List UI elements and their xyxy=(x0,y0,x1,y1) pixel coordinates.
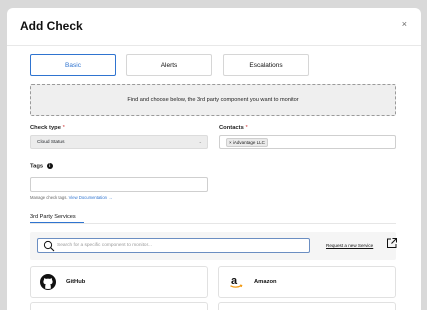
tags-help-text: Manage check tags. xyxy=(30,195,68,200)
check-type-value: Cloud Status xyxy=(37,139,65,145)
tags-input[interactable] xyxy=(30,177,208,192)
service-card-github[interactable]: GitHub xyxy=(30,266,208,298)
contacts-input[interactable]: × iAdvantage LLC xyxy=(219,135,396,149)
required-mark: * xyxy=(245,125,248,131)
service-card-partial[interactable] xyxy=(30,302,208,310)
info-banner: Find and choose below, the 3rd party com… xyxy=(30,84,396,116)
tab-basic[interactable]: Basic xyxy=(30,54,116,76)
service-name: Amazon xyxy=(254,279,277,285)
service-name: GitHub xyxy=(66,279,86,285)
service-card-amazon[interactable]: a Amazon xyxy=(218,266,396,298)
required-mark: * xyxy=(62,125,65,131)
contacts-label-text: Contacts xyxy=(219,125,244,131)
search-panel: Search for a specific component to monit… xyxy=(30,232,398,260)
section-divider xyxy=(30,223,396,224)
search-input[interactable]: Search for a specific component to monit… xyxy=(37,238,310,253)
amazon-icon: a xyxy=(228,274,244,290)
contact-chip[interactable]: × iAdvantage LLC xyxy=(226,137,268,147)
tags-label: Tags i xyxy=(30,163,53,170)
check-type-select[interactable]: Cloud Status ⌄ xyxy=(30,135,208,149)
tab-3rd-party-services[interactable]: 3rd Party Services xyxy=(30,214,76,220)
tab-escalations[interactable]: Escalations xyxy=(223,54,309,76)
check-type-label: Check type * xyxy=(30,125,65,131)
search-placeholder: Search for a specific component to monit… xyxy=(57,243,152,248)
external-link-icon[interactable] xyxy=(386,237,398,249)
chevron-down-icon: ⌄ xyxy=(198,139,202,144)
search-icon xyxy=(43,240,55,251)
tags-help: Manage check tags. View Documentation → xyxy=(30,195,112,200)
service-card-partial[interactable] xyxy=(218,302,396,310)
info-icon[interactable]: i xyxy=(46,163,53,169)
github-icon xyxy=(40,274,56,290)
request-service-link[interactable]: Request a new Service xyxy=(326,243,373,248)
check-type-label-text: Check type xyxy=(30,125,61,131)
tab-alerts[interactable]: Alerts xyxy=(126,54,212,76)
modal-title: Add Check xyxy=(20,19,83,33)
tags-label-text: Tags xyxy=(30,163,44,170)
svg-text:a: a xyxy=(231,275,238,287)
view-documentation-link[interactable]: View Documentation → xyxy=(69,195,113,200)
close-button[interactable]: × xyxy=(402,19,407,29)
add-check-modal: Add Check × Basic Alerts Escalations Fin… xyxy=(7,8,421,310)
contacts-label: Contacts * xyxy=(219,125,248,131)
active-tab-underline xyxy=(30,222,84,223)
modal-header: Add Check × xyxy=(7,8,421,46)
